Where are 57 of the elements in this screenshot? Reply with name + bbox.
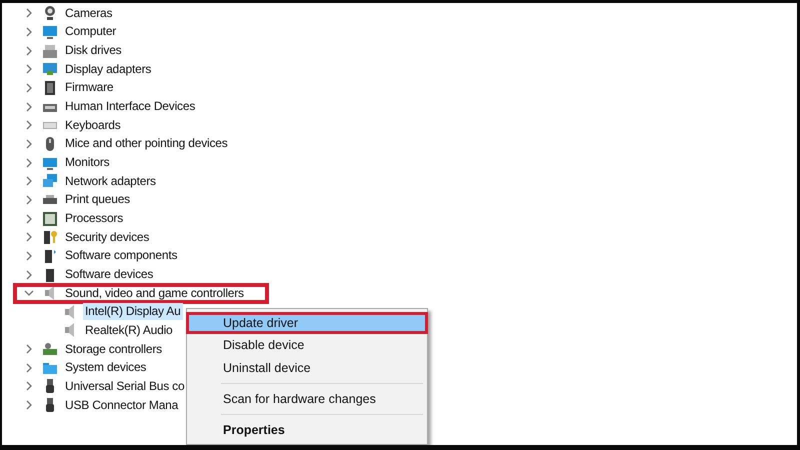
chevron-icon[interactable] [24, 158, 34, 168]
tree-item[interactable]: Security devices [63, 228, 152, 246]
network-icon [42, 173, 58, 190]
tree-item[interactable]: Firmware [63, 79, 116, 96]
chevron-icon[interactable] [24, 344, 34, 354]
storage-icon [42, 341, 58, 358]
chevron-icon[interactable] [24, 46, 34, 56]
tree-item[interactable]: Software components [63, 247, 180, 264]
camera-icon [42, 5, 58, 22]
tree-item[interactable]: Monitors [63, 154, 112, 172]
chip-icon [42, 210, 58, 227]
drive-icon [42, 42, 58, 59]
tree-item[interactable]: Realtek(R) Audio [83, 322, 175, 339]
chevron-icon[interactable] [24, 26, 34, 37]
chevron-icon[interactable] [24, 288, 34, 298]
tree-item[interactable]: Sound, video and game controllers [63, 284, 246, 302]
chevron-icon[interactable] [24, 176, 34, 186]
tree-item[interactable]: Human Interface Devices [63, 98, 198, 116]
chevron-icon[interactable] [24, 362, 34, 373]
tree-item[interactable]: Disk drives [63, 42, 124, 60]
chevron-icon[interactable] [24, 8, 34, 18]
monitor-icon [42, 24, 58, 40]
tree-item[interactable]: Keyboards [63, 116, 123, 134]
tree-item[interactable]: Software devices [63, 266, 156, 284]
tree-item[interactable]: System devices [63, 359, 148, 376]
chevron-icon[interactable] [24, 381, 34, 392]
chevron-icon[interactable] [24, 232, 34, 242]
tree-item[interactable]: Storage controllers [63, 340, 164, 358]
key-icon [42, 229, 58, 246]
chevron-icon[interactable] [24, 64, 34, 74]
menu-item[interactable]: Disable device [186, 334, 428, 357]
chevron-icon[interactable] [24, 82, 34, 93]
monitor-icon [42, 61, 58, 78]
chevron-icon[interactable] [24, 214, 34, 224]
tree-item[interactable]: Print queues [63, 191, 132, 208]
tower-icon [42, 248, 58, 264]
chevron-icon[interactable] [24, 138, 34, 149]
chip-icon [42, 80, 58, 96]
tree-item[interactable]: Mice and other pointing devices [63, 135, 230, 152]
tree-item[interactable]: Cameras [63, 4, 114, 22]
tree-item[interactable]: Display adapters [63, 60, 154, 78]
tree-item[interactable]: USB Connector Mana [63, 396, 180, 414]
tree-item[interactable]: Computer [63, 23, 118, 40]
chevron-icon[interactable] [24, 102, 34, 112]
chevron-icon[interactable] [24, 270, 34, 280]
chevron-icon[interactable] [24, 120, 34, 130]
chevron-icon[interactable] [24, 250, 34, 261]
menu-item[interactable]: Uninstall device [186, 356, 428, 379]
tree-item[interactable]: Processors [63, 210, 126, 228]
tree-item[interactable]: Universal Serial Bus co [63, 378, 186, 395]
tree-item[interactable]: Network adapters [63, 172, 158, 190]
tree-item[interactable]: Intel(R) Display Au [83, 303, 183, 320]
menu-item[interactable]: Scan for hardware changes [186, 388, 428, 410]
menu-item[interactable]: Update driver [186, 312, 428, 334]
chevron-icon[interactable] [24, 194, 34, 205]
chevron-icon[interactable] [24, 400, 34, 410]
menu-item[interactable]: Properties [186, 418, 428, 441]
